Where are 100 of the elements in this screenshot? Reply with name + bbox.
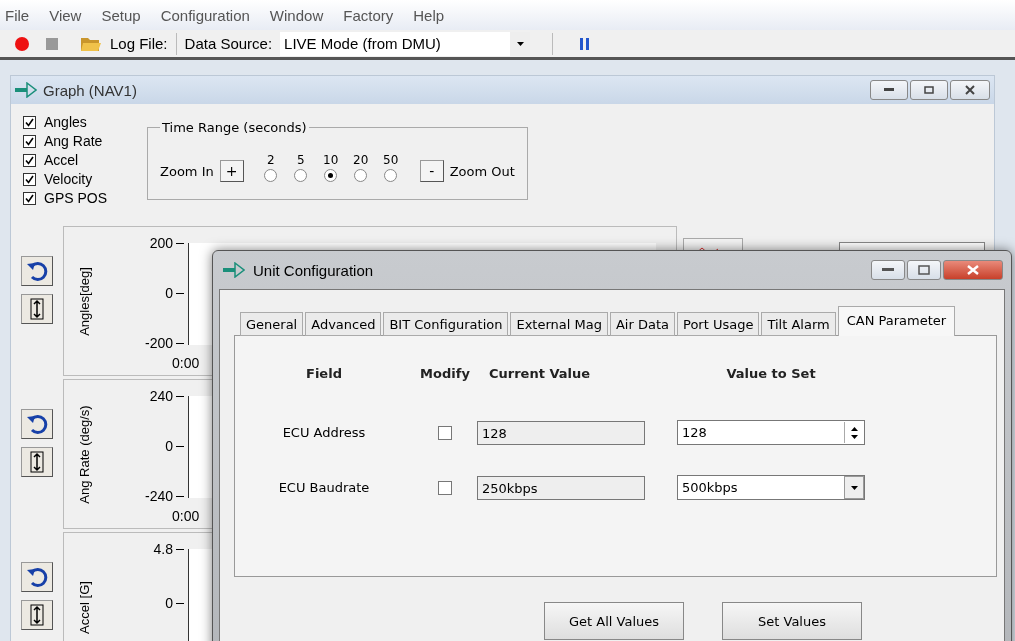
radio-label: 50	[383, 152, 399, 167]
column-header: Modify	[419, 366, 471, 383]
down-arrow-icon[interactable]	[850, 485, 858, 490]
checkbox-label: Accel	[44, 152, 79, 168]
app-logo-icon	[15, 82, 37, 98]
data-source-dropdown[interactable]: LIVE Mode (from DMU)	[280, 31, 531, 56]
column-header: Current Value	[488, 366, 592, 383]
dropdown-arrow-button[interactable]	[844, 476, 864, 499]
minimize-icon	[884, 88, 894, 92]
radio-button[interactable]	[384, 168, 398, 182]
readonly-field: 250kbps	[477, 475, 645, 500]
down-arrow-icon[interactable]	[851, 434, 858, 439]
tab[interactable]: Port Usage	[677, 312, 760, 336]
close-icon	[965, 85, 975, 95]
menu-item[interactable]: Window	[259, 6, 334, 24]
radio-button[interactable]	[324, 168, 338, 182]
tab[interactable]: Tilt Alarm	[761, 312, 836, 336]
menu-item[interactable]: Configuration	[150, 6, 260, 24]
tab[interactable]: Air Data	[609, 312, 675, 336]
tick-label: -200	[144, 335, 173, 351]
menu-item[interactable]: Factory	[333, 6, 404, 24]
checkbox-label: Velocity	[44, 171, 93, 187]
axis-title: Angles[deg]	[76, 266, 92, 336]
tab[interactable]: General	[240, 312, 304, 336]
record-icon[interactable]	[14, 35, 30, 52]
checkbox[interactable]	[23, 115, 36, 129]
tick-label: 0	[165, 285, 173, 301]
up-down-arrow-icon	[30, 451, 44, 473]
menu-item[interactable]: Setup	[91, 6, 151, 24]
radio-button[interactable]	[294, 168, 308, 182]
checkbox[interactable]	[438, 425, 452, 440]
zoom-out-label: Zoom Out	[449, 163, 515, 179]
radio-label: 20	[353, 152, 369, 167]
action-button[interactable]: Get All Values	[544, 602, 684, 640]
axis-title: Accel [G]	[76, 580, 92, 634]
menu-item[interactable]: File	[0, 6, 40, 24]
undo-arrow-icon	[26, 260, 48, 282]
field-label: ECU Baudrate	[277, 480, 371, 495]
tick-label: 200	[149, 235, 173, 251]
maximize-icon	[924, 86, 934, 94]
up-down-arrow-icon	[30, 298, 44, 320]
field-label: ECU Address	[281, 425, 367, 440]
menu-item[interactable]: Help	[403, 6, 455, 24]
checkbox[interactable]	[438, 480, 452, 495]
reset-button[interactable]	[21, 409, 53, 439]
checkbox-label: GPS POS	[44, 190, 108, 206]
readonly-field: 128	[477, 420, 645, 445]
tab[interactable]: CAN Parameter	[837, 306, 956, 336]
tab[interactable]: External Mag	[510, 312, 608, 336]
checkbox[interactable]	[23, 153, 36, 167]
autoscale-button[interactable]	[21, 600, 53, 630]
zoom-out-button[interactable]: -	[419, 160, 444, 182]
undo-arrow-icon	[26, 566, 48, 588]
minimize-icon	[882, 268, 894, 272]
zoom-in-button[interactable]: +	[219, 160, 244, 182]
dialog-title: Unit Configuration	[253, 261, 374, 279]
group-title: Time Range (seconds)	[161, 120, 308, 135]
spin-field[interactable]: 128	[677, 420, 865, 445]
reset-button[interactable]	[21, 256, 53, 286]
radio-button[interactable]	[264, 168, 278, 182]
close-button[interactable]	[943, 260, 1003, 280]
window-title: Graph (NAV1)	[43, 81, 137, 99]
undo-arrow-icon	[26, 413, 48, 435]
radio-label: 5	[296, 152, 305, 167]
dropdown[interactable]: 500kbps	[677, 475, 865, 500]
pause-icon[interactable]	[579, 36, 592, 51]
minimize-button[interactable]	[870, 80, 908, 100]
tick-label: 0:00	[172, 508, 200, 524]
tab[interactable]: Advanced	[305, 312, 382, 336]
up-arrow-icon[interactable]	[851, 426, 858, 431]
close-icon	[966, 265, 980, 275]
column-header: Field	[305, 366, 343, 383]
autoscale-button[interactable]	[21, 294, 53, 324]
column-header: Value to Set	[725, 366, 817, 383]
tick-label: 0	[165, 595, 173, 611]
data-source-label: Data Source:	[184, 35, 273, 52]
checkbox[interactable]	[23, 134, 36, 148]
maximize-icon	[918, 265, 930, 275]
up-down-arrow-icon	[30, 604, 44, 626]
autoscale-button[interactable]	[21, 447, 53, 477]
app-logo-icon	[223, 262, 245, 278]
checkbox[interactable]	[23, 191, 36, 205]
action-button[interactable]: Set Values	[722, 602, 862, 640]
zoom-in-label: Zoom In	[160, 163, 214, 179]
radio-button[interactable]	[354, 168, 368, 182]
radio-label: 2	[266, 152, 275, 167]
checkbox-label: Angles	[44, 114, 87, 130]
reset-button[interactable]	[21, 562, 53, 592]
menu-item[interactable]: View	[39, 6, 92, 24]
maximize-button[interactable]	[910, 80, 948, 100]
down-arrow-icon[interactable]	[516, 41, 524, 46]
tick-label: -240	[144, 488, 173, 504]
minimize-button[interactable]	[871, 260, 905, 280]
tab[interactable]: BIT Configuration	[383, 312, 509, 336]
checkbox[interactable]	[23, 172, 36, 186]
close-button[interactable]	[950, 80, 990, 100]
dropdown-arrow-button[interactable]	[510, 31, 531, 56]
axis-title: Ang Rate (deg/s)	[76, 404, 92, 504]
tick-label: 240	[149, 388, 173, 404]
maximize-button[interactable]	[907, 260, 941, 280]
